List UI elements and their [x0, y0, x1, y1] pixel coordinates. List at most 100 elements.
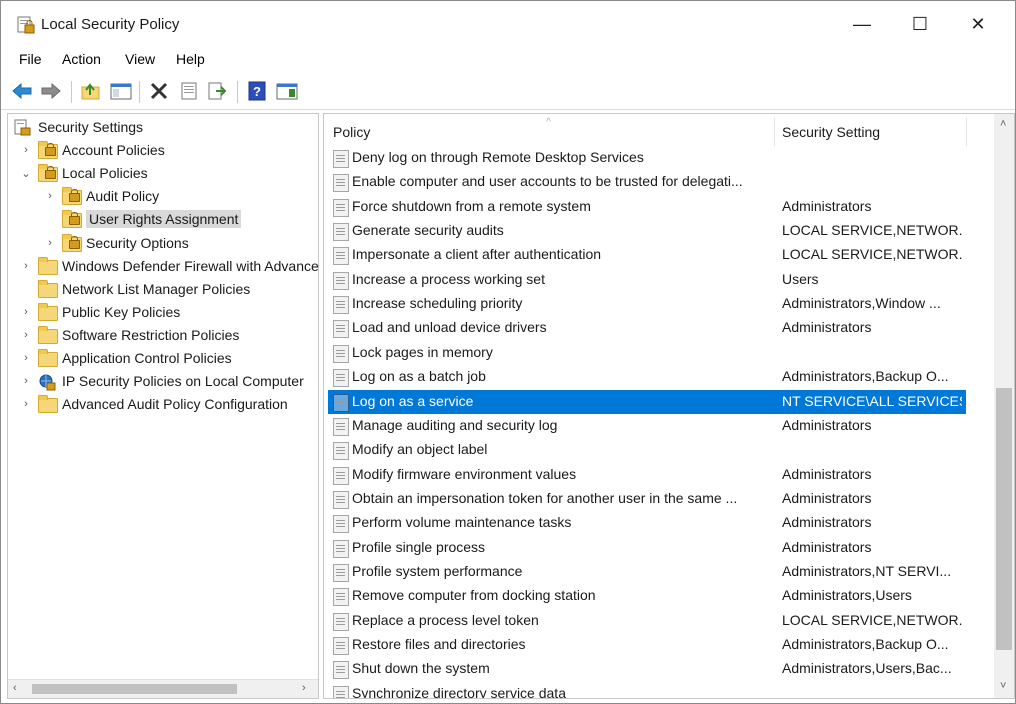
expand-arrow-icon[interactable]: › — [20, 260, 32, 272]
table-row[interactable]: Perform volume maintenance tasks Administ… — [328, 511, 966, 535]
tree-item[interactable]: › Account Policies — [20, 139, 165, 161]
tree-item[interactable]: User Rights Assignment — [44, 208, 242, 230]
expand-arrow-icon[interactable]: › — [44, 237, 56, 249]
table-row[interactable]: Synchronize directory service data — [328, 682, 966, 698]
table-row[interactable]: Remove computer from docking station Admi… — [328, 584, 966, 608]
expand-arrow-icon[interactable]: › — [20, 306, 32, 318]
table-row[interactable]: Load and unload device drivers Administra… — [328, 316, 966, 340]
scroll-right-icon[interactable]: › — [302, 682, 306, 694]
horizontal-scroll-thumb[interactable] — [32, 684, 237, 694]
column-header-policy[interactable]: Policy — [333, 124, 370, 140]
delete-icon[interactable] — [147, 79, 171, 103]
tree-item[interactable]: ⌄ Local Policies — [20, 162, 148, 184]
expand-arrow-icon[interactable]: › — [20, 329, 32, 341]
expand-arrow-icon[interactable]: › — [20, 375, 32, 387]
toolbar-separator — [237, 81, 238, 103]
table-row[interactable]: Shut down the system Administrators,Users… — [328, 657, 966, 681]
tree-item[interactable]: › Security Options — [44, 232, 189, 254]
tree-item[interactable]: › Audit Policy — [44, 185, 159, 207]
policy-icon — [333, 223, 349, 242]
action-pane-icon[interactable] — [275, 79, 299, 103]
horizontal-scrollbar[interactable]: ‹ › — [8, 679, 318, 698]
scroll-down-icon[interactable]: ˅ — [1000, 680, 1006, 692]
policy-name: Profile system performance — [352, 562, 523, 579]
table-row[interactable]: Modify an object label — [328, 438, 966, 462]
scroll-up-icon[interactable]: ˄ — [1000, 118, 1006, 130]
close-button[interactable]: ✕ — [949, 1, 1007, 47]
expand-arrow-icon[interactable]: › — [44, 190, 56, 202]
table-row[interactable]: Force shutdown from a remote system Admin… — [328, 195, 966, 219]
policy-name: Increase a process working set — [352, 270, 545, 287]
tree-pane: Security Settings › Account Policies ⌄ Local… — [7, 113, 319, 699]
vertical-scroll-thumb[interactable] — [996, 388, 1012, 650]
tree-item[interactable]: › Advanced Audit Policy Configuration — [20, 393, 288, 415]
table-row[interactable]: Log on as a batch job Administrators,Back… — [328, 365, 966, 389]
menu-file[interactable]: File — [19, 51, 42, 67]
sort-indicator-icon: ^ — [546, 116, 552, 128]
menu-help[interactable]: Help — [176, 51, 205, 67]
table-row[interactable]: Increase scheduling priority Administrato… — [328, 292, 966, 316]
policy-name: Manage auditing and security log — [352, 416, 558, 433]
security-setting: Administrators,NT SERVI... — [782, 562, 952, 579]
up-folder-icon[interactable] — [79, 79, 103, 103]
table-row[interactable]: Lock pages in memory — [328, 341, 966, 365]
policy-icon — [333, 296, 349, 315]
policy-name: Profile single process — [352, 538, 486, 555]
table-row[interactable]: Obtain an impersonation token for anothe… — [328, 487, 966, 511]
policy-name: Modify an object label — [352, 441, 488, 458]
tree-item[interactable]: › Windows Defender Firewall with Advanced… — [20, 255, 318, 277]
table-row[interactable]: Enable computer and user accounts to be … — [328, 170, 966, 194]
tree-item[interactable]: › Public Key Policies — [20, 301, 180, 323]
tree-item[interactable]: › Software Restriction Policies — [20, 324, 239, 346]
vertical-scrollbar[interactable]: ˄ ˅ — [994, 114, 1014, 698]
column-divider[interactable] — [774, 118, 775, 146]
table-row[interactable]: Profile system performance Administrators… — [328, 560, 966, 584]
tree-item[interactable]: Network List Manager Policies — [20, 278, 250, 300]
policy-icon — [333, 320, 349, 339]
policy-icon — [333, 588, 349, 607]
collapse-arrow-icon[interactable]: ⌄ — [20, 167, 32, 180]
table-row[interactable]: Profile single process Administrators — [328, 536, 966, 560]
menu-view[interactable]: View — [125, 51, 155, 67]
expand-arrow-icon[interactable]: › — [20, 144, 32, 156]
minimize-button[interactable]: — — [833, 1, 891, 47]
policy-icon — [333, 393, 349, 412]
table-row[interactable]: Increase a process working set Users — [328, 268, 966, 292]
show-hide-tree-icon[interactable] — [109, 79, 133, 103]
maximize-button[interactable]: ☐ — [891, 1, 949, 47]
table-row[interactable]: Restore files and directories Administrat… — [328, 633, 966, 657]
export-list-icon[interactable] — [205, 79, 229, 103]
tree-item-label: IP Security Policies on Local Computer — [62, 373, 304, 390]
tree-item[interactable]: › IP Security Policies on Local Computer — [20, 370, 304, 392]
column-divider[interactable] — [966, 118, 967, 146]
tree-item[interactable]: › Application Control Policies — [20, 347, 232, 369]
policy-icon — [333, 271, 349, 290]
folder-icon — [38, 325, 58, 344]
table-row[interactable]: Generate security audits LOCAL SERVICE,NE… — [328, 219, 966, 243]
table-row[interactable]: Deny log on through Remote Desktop Servi… — [328, 146, 966, 170]
table-row[interactable]: Log on as a service NT SERVICE\ALL SERVIC… — [328, 389, 966, 414]
policy-name: Deny log on through Remote Desktop Servi… — [352, 149, 644, 165]
table-row[interactable]: Manage auditing and security log Administ… — [328, 414, 966, 438]
forward-arrow-icon[interactable] — [39, 79, 63, 103]
table-row[interactable]: Modify firmware environment values Admini… — [328, 463, 966, 487]
tree-item[interactable]: Security Settings — [14, 116, 143, 138]
policy-icon — [333, 685, 349, 698]
tree-item-label: Account Policies — [62, 142, 165, 159]
table-row[interactable]: Impersonate a client after authenticatio… — [328, 243, 966, 267]
policy-name: Load and unload device drivers — [352, 319, 547, 336]
expand-arrow-icon[interactable]: › — [20, 398, 32, 410]
policy-name: Restore files and directories — [352, 636, 526, 652]
properties-icon[interactable] — [177, 79, 201, 103]
menu-action[interactable]: Action — [62, 51, 101, 67]
column-header-security-setting[interactable]: Security Setting — [782, 124, 880, 140]
scroll-left-icon[interactable]: ‹ — [13, 682, 17, 694]
back-arrow-icon[interactable] — [10, 79, 34, 103]
toolbar-separator — [71, 81, 72, 103]
help-icon[interactable]: ? — [245, 79, 269, 103]
table-row[interactable]: Replace a process level token LOCAL SERVI… — [328, 609, 966, 633]
policy-name: Generate security audits — [352, 222, 504, 239]
menu-bar: File Action View Help — [1, 47, 1015, 73]
locked-folder-icon — [62, 233, 82, 252]
expand-arrow-icon[interactable]: › — [20, 352, 32, 364]
